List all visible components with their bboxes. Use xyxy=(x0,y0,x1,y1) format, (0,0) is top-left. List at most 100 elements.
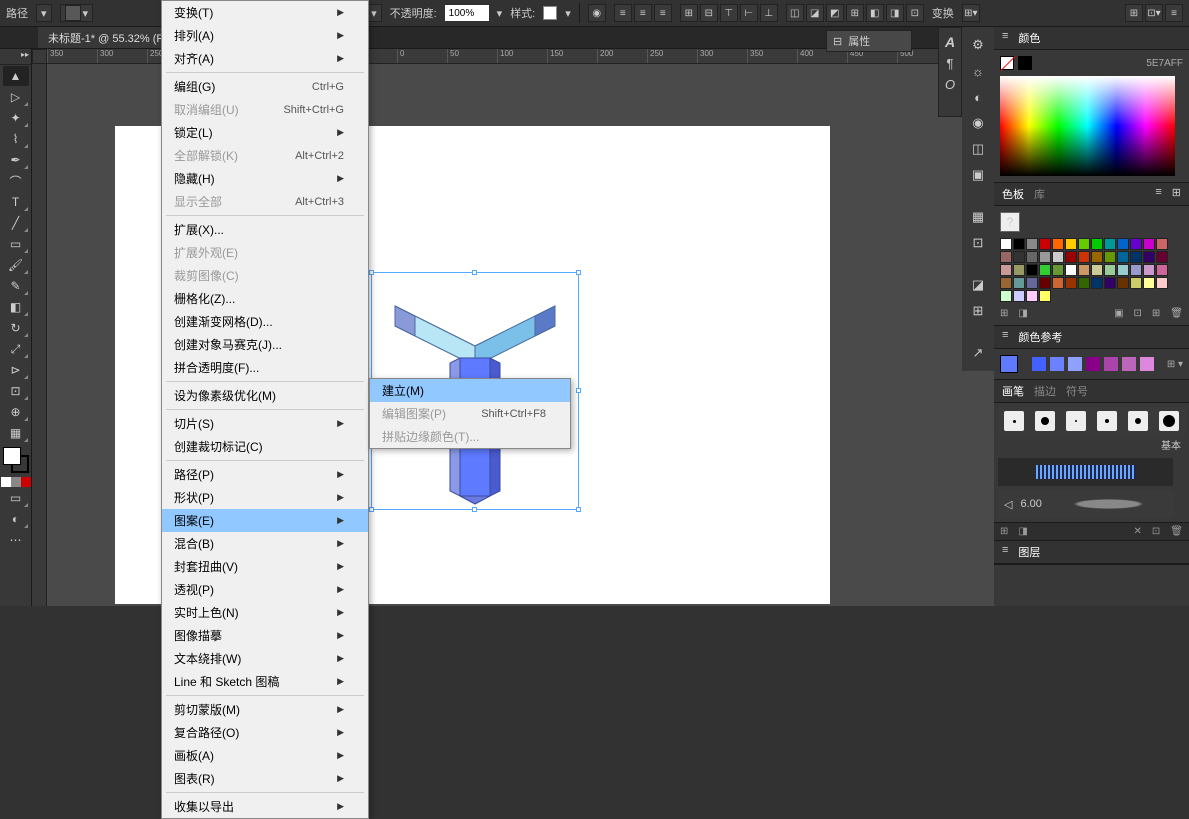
align-top-icon[interactable]: ⊤ xyxy=(720,4,738,22)
swatch[interactable] xyxy=(1013,290,1025,302)
brush-remove-icon[interactable]: ✕ xyxy=(1134,526,1142,537)
menu-item[interactable]: 裁剪图像(C) xyxy=(162,264,368,287)
brush-delete-icon[interactable]: 🗑 xyxy=(1170,526,1183,537)
align-right-icon[interactable]: ≡ xyxy=(654,4,672,22)
magic-wand-tool[interactable]: ✦ xyxy=(3,108,29,128)
swatch-library-icon[interactable]: ⊞ xyxy=(1000,308,1008,319)
edit-toolbar-tool[interactable]: ⋯ xyxy=(3,530,29,550)
opentype-icon[interactable]: O xyxy=(945,77,955,92)
align-left-icon[interactable]: ≡ xyxy=(614,4,632,22)
path-op2-icon[interactable]: ◪ xyxy=(806,4,824,22)
swatch[interactable] xyxy=(1130,277,1142,289)
align-bottom-icon[interactable]: ⊥ xyxy=(760,4,778,22)
globe-icon[interactable]: ◉ xyxy=(588,4,606,22)
swatch-new-icon[interactable]: ⊡ xyxy=(1134,308,1142,319)
swatch[interactable] xyxy=(1039,290,1051,302)
paragraph-icon[interactable]: ¶ xyxy=(947,56,954,71)
swatch-folder-icon[interactable]: ▣ xyxy=(1114,308,1123,319)
menu-item[interactable]: 编组(G)Ctrl+G xyxy=(162,75,368,98)
swatch-view-grid-icon[interactable]: ⊞ xyxy=(1172,186,1181,202)
swatch[interactable] xyxy=(1013,264,1025,276)
curvature-tool[interactable]: ⌒ xyxy=(3,171,29,191)
distribute-v-icon[interactable]: ⊟ xyxy=(700,4,718,22)
swatch[interactable] xyxy=(1091,238,1103,250)
stroke-tab[interactable]: 描边 xyxy=(1034,383,1056,399)
swatch[interactable] xyxy=(1143,238,1155,250)
menu-item[interactable]: 锁定(L)▶ xyxy=(162,121,368,144)
layers-icon[interactable]: ▣ xyxy=(968,165,988,185)
swatch-new2-icon[interactable]: ⊞ xyxy=(1152,308,1160,319)
scale-tool[interactable]: ⤢ xyxy=(3,339,29,359)
path-op4-icon[interactable]: ⊞ xyxy=(846,4,864,22)
brush-opt-icon[interactable]: ◨ xyxy=(1018,526,1027,537)
swatch[interactable] xyxy=(1000,290,1012,302)
ruler-corner[interactable] xyxy=(32,49,47,64)
shaper-tool[interactable]: ✎ xyxy=(3,276,29,296)
menu-item[interactable]: 隐藏(H)▶ xyxy=(162,167,368,190)
swatch[interactable] xyxy=(1104,264,1116,276)
swatch[interactable] xyxy=(1078,238,1090,250)
align-middle-icon[interactable]: ⊢ xyxy=(740,4,758,22)
swatch-grid[interactable] xyxy=(1000,238,1176,302)
brush-pattern-2[interactable]: ◁ 6.00 xyxy=(998,490,1173,518)
swatch[interactable] xyxy=(1156,264,1168,276)
submenu-item[interactable]: 拼贴边缘颜色(T)... xyxy=(370,425,570,448)
submenu-item[interactable]: 建立(M) xyxy=(370,379,570,402)
swatch[interactable] xyxy=(1052,251,1064,263)
swatch[interactable] xyxy=(1117,238,1129,250)
eraser-tool[interactable]: ◧ xyxy=(3,297,29,317)
swatch[interactable] xyxy=(1078,251,1090,263)
align-center-icon[interactable]: ≡ xyxy=(634,4,652,22)
menu-item[interactable]: 变换(T)▶ xyxy=(162,1,368,24)
swatch[interactable] xyxy=(1000,264,1012,276)
type-tool[interactable]: T xyxy=(3,192,29,212)
swatch[interactable] xyxy=(1065,251,1077,263)
menu-item[interactable]: 形状(P)▶ xyxy=(162,486,368,509)
swatch[interactable] xyxy=(1117,277,1129,289)
brightness-icon[interactable]: ☼ xyxy=(968,61,988,81)
gear-icon[interactable]: ⚙ xyxy=(968,35,988,55)
symbols-tab[interactable]: 符号 xyxy=(1066,383,1088,399)
swatch-view-list-icon[interactable]: ≡ xyxy=(1155,186,1161,202)
swatch-preview[interactable]: ? xyxy=(1000,212,1020,232)
swatch[interactable] xyxy=(1052,264,1064,276)
swatch[interactable] xyxy=(1065,264,1077,276)
menu-item[interactable]: 切片(S)▶ xyxy=(162,412,368,435)
swatch[interactable] xyxy=(1104,251,1116,263)
view-icon2[interactable]: ⊡▾ xyxy=(1145,4,1163,22)
menu-item[interactable]: 设为像素级优化(M) xyxy=(162,384,368,407)
rectangle-tool[interactable]: ▭ xyxy=(3,234,29,254)
char-a-icon[interactable]: A xyxy=(945,34,955,50)
menu-item[interactable]: 扩展外观(E) xyxy=(162,241,368,264)
asset-icon[interactable]: ▦ xyxy=(968,207,988,227)
swatch[interactable] xyxy=(1117,264,1129,276)
menu-item[interactable]: 创建裁切标记(C) xyxy=(162,435,368,458)
menu-item[interactable]: 路径(P)▶ xyxy=(162,463,368,486)
color-mode-row[interactable] xyxy=(0,477,31,487)
menu-item[interactable]: Line 和 Sketch 图稿▶ xyxy=(162,670,368,693)
swatch[interactable] xyxy=(1156,238,1168,250)
rotate-tool[interactable]: ↻ xyxy=(3,318,29,338)
export-icon[interactable]: ↗ xyxy=(968,343,988,363)
swatch[interactable] xyxy=(1026,251,1038,263)
swatch[interactable] xyxy=(1039,238,1051,250)
menu-item[interactable]: 图像描摹▶ xyxy=(162,624,368,647)
pathfinder-icon[interactable]: ◪ xyxy=(968,275,988,295)
menu-item[interactable]: 取消编组(U)Shift+Ctrl+G xyxy=(162,98,368,121)
color-guide-swatches[interactable]: ⊞ ▾ xyxy=(1000,355,1183,373)
swatch[interactable] xyxy=(1156,251,1168,263)
swatch[interactable] xyxy=(1013,277,1025,289)
swatch[interactable] xyxy=(1091,251,1103,263)
path-op6-icon[interactable]: ◨ xyxy=(886,4,904,22)
swatch-menu-icon[interactable]: ◨ xyxy=(1018,308,1027,319)
swatch[interactable] xyxy=(1039,277,1051,289)
stroke-width-dropdown[interactable]: ▾ xyxy=(36,4,52,22)
swatch[interactable] xyxy=(1091,264,1103,276)
screen-mode-tool[interactable]: ▭ xyxy=(3,488,29,508)
swatch[interactable] xyxy=(1000,238,1012,250)
stroke-style-dropdown[interactable]: ▾ xyxy=(60,4,94,22)
swatches-tab[interactable]: 色板 xyxy=(1002,186,1024,202)
width-tool[interactable]: ⊳ xyxy=(3,360,29,380)
swatch[interactable] xyxy=(1026,290,1038,302)
swatch[interactable] xyxy=(1052,277,1064,289)
